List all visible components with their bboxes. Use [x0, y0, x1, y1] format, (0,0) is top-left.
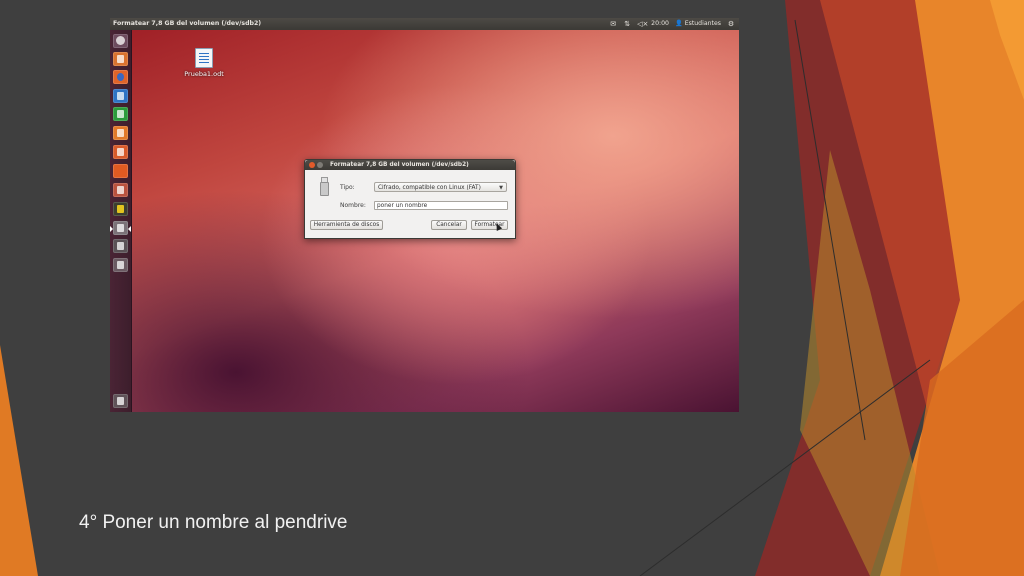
focus-indicator	[128, 226, 131, 232]
dash-icon[interactable]	[113, 34, 128, 48]
type-select[interactable]: Cifrado, compatible con Linux (FAT) ▼	[374, 182, 507, 192]
format-button[interactable]: Formatear	[471, 220, 508, 230]
trash-icon[interactable]	[113, 394, 128, 408]
odt-document-icon	[195, 48, 213, 68]
user-icon: 👤	[675, 20, 683, 27]
name-label: Nombre:	[340, 202, 366, 209]
topbar-title: Formatear 7,8 GB del volumen (/dev/sdb2)	[113, 20, 262, 27]
type-select-value: Cifrado, compatible con Linux (FAT)	[378, 185, 481, 191]
terminal-icon[interactable]	[113, 239, 128, 253]
usb-drive-icon[interactable]	[113, 258, 128, 272]
cancel-button[interactable]: Cancelar	[431, 220, 467, 230]
dialog-titlebar: Formatear 7,8 GB del volumen (/dev/sdb2)	[305, 160, 515, 170]
top-panel: Formatear 7,8 GB del volumen (/dev/sdb2)…	[110, 18, 739, 30]
launcher	[110, 30, 132, 412]
close-icon[interactable]	[309, 162, 315, 168]
desktop-file[interactable]: Prueba1.odt	[182, 48, 226, 78]
files-icon[interactable]	[113, 52, 128, 66]
libreoffice-impress-icon[interactable]	[113, 126, 128, 140]
dialog-title: Formatear 7,8 GB del volumen (/dev/sdb2)	[330, 162, 469, 168]
disks-icon[interactable]	[113, 221, 128, 235]
slide-caption: 4° Poner un nombre al pendrive	[79, 512, 348, 533]
type-label: Tipo:	[340, 184, 355, 191]
chevron-down-icon: ▼	[499, 185, 503, 191]
clock[interactable]: 20:00	[651, 18, 669, 30]
desktop-file-label: Prueba1.odt	[184, 70, 224, 78]
system-settings-icon[interactable]	[113, 183, 128, 197]
disk-tool-button[interactable]: Herramienta de discos	[310, 220, 383, 230]
user-menu[interactable]: 👤 Estudiantes	[675, 18, 721, 30]
indicator-area: ✉ ⇅ ◁× 20:00 👤 Estudiantes ⚙	[609, 18, 735, 30]
envelope-icon[interactable]: ✉	[609, 18, 617, 30]
ubuntu-screenshot: Formatear 7,8 GB del volumen (/dev/sdb2)…	[110, 18, 739, 412]
xpad-icon[interactable]	[113, 202, 128, 216]
libreoffice-calc-icon[interactable]	[113, 107, 128, 121]
minimize-icon[interactable]	[317, 162, 323, 168]
libreoffice-writer-icon[interactable]	[113, 89, 128, 103]
ubuntu-one-icon[interactable]	[113, 164, 128, 178]
software-center-icon[interactable]	[113, 145, 128, 159]
network-arrows-icon[interactable]: ⇅	[623, 18, 631, 30]
speaker-muted-icon[interactable]: ◁×	[637, 18, 648, 30]
usb-drive-icon	[319, 177, 329, 196]
left-orange-shape	[0, 345, 38, 576]
active-indicator	[110, 226, 113, 232]
firefox-icon[interactable]	[113, 70, 128, 84]
gear-icon[interactable]: ⚙	[727, 18, 735, 30]
user-name: Estudiantes	[684, 20, 721, 27]
format-dialog: Formatear 7,8 GB del volumen (/dev/sdb2)…	[304, 159, 516, 239]
name-input[interactable]: poner un nombre	[374, 201, 508, 210]
